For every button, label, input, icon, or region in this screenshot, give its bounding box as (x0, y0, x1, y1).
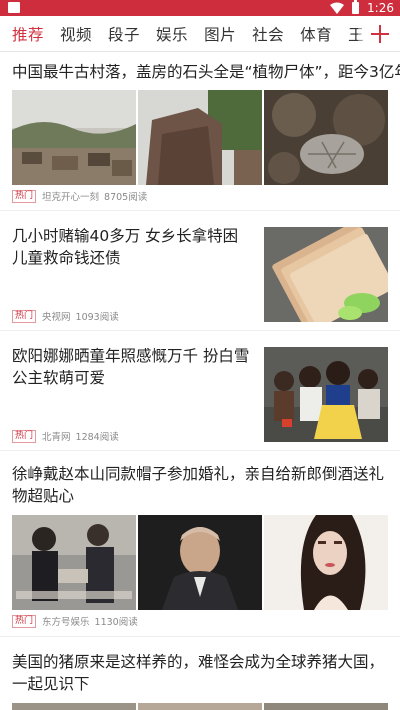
battery-icon (352, 0, 360, 14)
article-image[interactable] (12, 90, 136, 185)
add-channel-icon[interactable] (368, 22, 392, 46)
tab-recommend[interactable]: 推荐 (12, 23, 44, 45)
article-card[interactable]: 几小时赌输40多万 女乡长拿特困儿童救命钱还债 热门 央视网 1093阅读 (0, 211, 400, 331)
article-title[interactable]: 徐峥戴赵本山同款帽子参加婚礼，亲自给新郎倒酒送礼物超贴心 (12, 463, 388, 507)
article-image[interactable] (12, 515, 136, 610)
hot-tag: 热门 (12, 189, 37, 203)
article-image[interactable] (264, 347, 388, 442)
article-title[interactable]: 几小时赌输40多万 女乡长拿特困儿童救命钱还债 (12, 225, 250, 269)
tab-jokes[interactable]: 段子 (108, 23, 140, 45)
article-images (12, 703, 388, 710)
status-icons: 1:26 (330, 0, 394, 16)
article-image[interactable] (264, 703, 388, 710)
article-reads: 1093阅读 (75, 312, 119, 323)
article-meta: 热门 央视网 1093阅读 (12, 309, 119, 323)
tab-video[interactable]: 视频 (60, 23, 92, 45)
hot-tag: 热门 (12, 429, 37, 443)
article-source: 坦克开心一刻 (42, 192, 100, 203)
notification-icon (8, 2, 20, 13)
article-meta: 热门 东方号娱乐 1130阅读 (12, 614, 138, 628)
article-meta: 热门 北青网 1284阅读 (12, 429, 119, 443)
tab-pictures[interactable]: 图片 (204, 23, 236, 45)
article-reads: 1130阅读 (94, 617, 138, 628)
tab-sports[interactable]: 体育 (300, 23, 332, 45)
article-card[interactable]: 徐峥戴赵本山同款帽子参加婚礼，亲自给新郎倒酒送礼物超贴心 热门 东方号娱乐 11… (0, 451, 400, 637)
article-image[interactable] (138, 515, 262, 610)
article-source: 北青网 (42, 432, 71, 443)
category-tab-bar: 推荐 视频 段子 娱乐 图片 社会 体育 王 (0, 16, 400, 52)
article-images (12, 515, 388, 610)
article-title[interactable]: 欧阳娜娜晒童年照感慨万千 扮白雪公主软萌可爱 (12, 345, 250, 389)
article-title[interactable]: 美国的猪原来是这样养的，难怪会成为全球养猪大国，一起见识下 (12, 651, 388, 695)
news-feed: 中国最牛古村落，盖房的石头全是“植物尸体”，距今3亿年! 热门 坦克开心一刻 8… (0, 53, 400, 710)
tab-society[interactable]: 社会 (252, 23, 284, 45)
article-image[interactable] (12, 703, 136, 710)
article-source: 央视网 (42, 312, 71, 323)
wifi-icon (330, 2, 345, 14)
article-image[interactable] (264, 227, 388, 322)
article-image[interactable] (264, 90, 388, 185)
status-time: 1:26 (367, 1, 394, 15)
article-card[interactable]: 美国的猪原来是这样养的，难怪会成为全球养猪大国，一起见识下 (0, 637, 400, 710)
article-images (12, 90, 388, 185)
category-tabs: 推荐 视频 段子 娱乐 图片 社会 体育 王 (0, 16, 368, 51)
article-image[interactable] (138, 90, 262, 185)
hot-tag: 热门 (12, 614, 37, 628)
article-meta: 热门 坦克开心一刻 8705阅读 (12, 189, 147, 203)
tab-entertainment[interactable]: 娱乐 (156, 23, 188, 45)
article-title[interactable]: 中国最牛古村落，盖房的石头全是“植物尸体”，距今3亿年! (12, 61, 400, 83)
article-card[interactable]: 欧阳娜娜晒童年照感慨万千 扮白雪公主软萌可爱 热门 北青网 1284阅读 (0, 331, 400, 451)
article-reads: 1284阅读 (75, 432, 119, 443)
status-bar: 1:26 (0, 0, 400, 16)
article-source: 东方号娱乐 (42, 617, 90, 628)
article-card[interactable]: 中国最牛古村落，盖房的石头全是“植物尸体”，距今3亿年! 热门 坦克开心一刻 8… (0, 53, 400, 211)
hot-tag: 热门 (12, 309, 37, 323)
article-image[interactable] (264, 515, 388, 610)
article-image[interactable] (138, 703, 262, 710)
article-reads: 8705阅读 (104, 192, 148, 203)
